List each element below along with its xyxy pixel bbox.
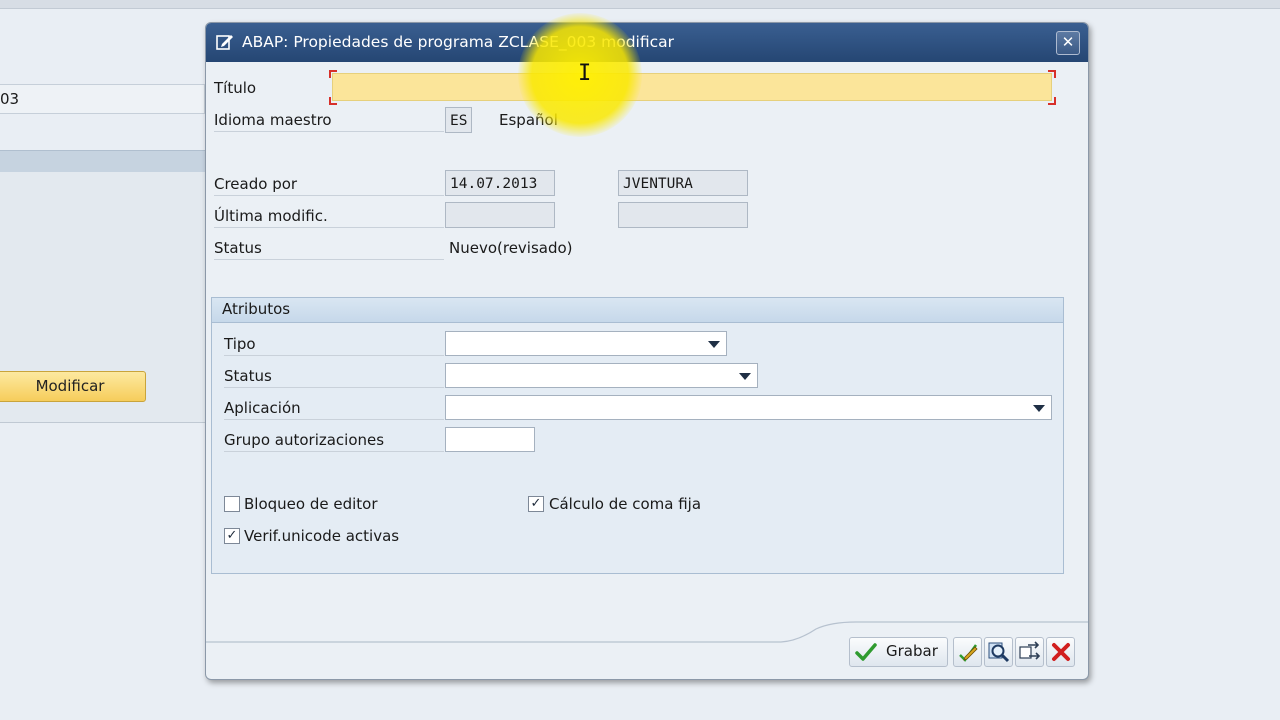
required-marker (329, 97, 337, 105)
status-label: Status (214, 237, 444, 260)
master-language-code: ES (445, 107, 472, 133)
created-user: JVENTURA (618, 170, 748, 196)
editor-lock-checkbox[interactable] (224, 496, 240, 512)
check-icon (855, 643, 877, 661)
edit-document-icon (216, 35, 233, 50)
background-field-value: 03 (0, 90, 20, 108)
last-modified-date (445, 202, 555, 228)
type-dropdown[interactable] (445, 331, 727, 356)
close-icon[interactable]: ✕ (1056, 31, 1080, 55)
transfer-button[interactable] (1015, 637, 1044, 667)
background-top-strip (0, 0, 1280, 9)
application-dropdown[interactable] (445, 395, 1052, 420)
fixed-point-label: Cálculo de coma fija (549, 495, 702, 513)
modify-button[interactable]: Modificar (0, 371, 146, 402)
master-language-label: Idioma maestro (214, 109, 444, 132)
chevron-down-icon[interactable] (1033, 405, 1045, 412)
required-marker (329, 70, 337, 78)
attributes-heading: Atributos (222, 300, 291, 318)
edit-icon (959, 644, 978, 662)
cancel-icon (1052, 643, 1070, 661)
editor-lock-label: Bloqueo de editor (244, 495, 378, 513)
attr-status-label: Status (224, 365, 444, 388)
status-dropdown[interactable] (445, 363, 758, 388)
dialog-title: ABAP: Propiedades de programa ZCLASE_003… (242, 33, 675, 51)
required-marker (1048, 97, 1056, 105)
edit-button[interactable] (953, 637, 982, 667)
cancel-button[interactable] (1046, 637, 1075, 667)
text-cursor-icon: I (578, 61, 592, 86)
attributes-group: Atributos Tipo Status Aplicación Grupo a… (211, 297, 1064, 574)
search-button[interactable] (984, 637, 1013, 667)
search-icon (988, 642, 1010, 663)
chevron-down-icon[interactable] (708, 341, 720, 348)
status-value: Nuevo(revisado) (449, 239, 573, 257)
last-modified-user (618, 202, 748, 228)
last-modified-label: Última modific. (214, 205, 444, 228)
created-by-label: Creado por (214, 173, 444, 196)
program-properties-dialog: ABAP: Propiedades de programa ZCLASE_003… (205, 22, 1089, 680)
auth-group-label: Grupo autorizaciones (224, 429, 444, 452)
background-input-field[interactable]: 03 (0, 84, 205, 114)
attributes-group-header: Atributos (212, 298, 1063, 323)
auth-group-input[interactable] (445, 427, 535, 452)
unicode-checks-label: Verif.unicode activas (244, 527, 400, 545)
type-label: Tipo (224, 333, 444, 356)
background-section-header (0, 150, 205, 174)
master-language-name: Español (499, 111, 558, 129)
unicode-checks-checkbox[interactable]: ✓ (224, 528, 240, 544)
transfer-icon (1019, 641, 1041, 660)
application-label: Aplicación (224, 397, 444, 420)
save-label: Grabar (886, 642, 938, 660)
chevron-down-icon[interactable] (739, 373, 751, 380)
fixed-point-checkbox[interactable]: ✓ (528, 496, 544, 512)
created-date: 14.07.2013 (445, 170, 555, 196)
required-marker (1048, 70, 1056, 78)
save-button[interactable]: Grabar (849, 637, 948, 667)
dialog-titlebar[interactable]: ABAP: Propiedades de programa ZCLASE_003… (206, 23, 1088, 62)
title-label: Título (214, 79, 257, 97)
title-input[interactable] (332, 73, 1052, 101)
